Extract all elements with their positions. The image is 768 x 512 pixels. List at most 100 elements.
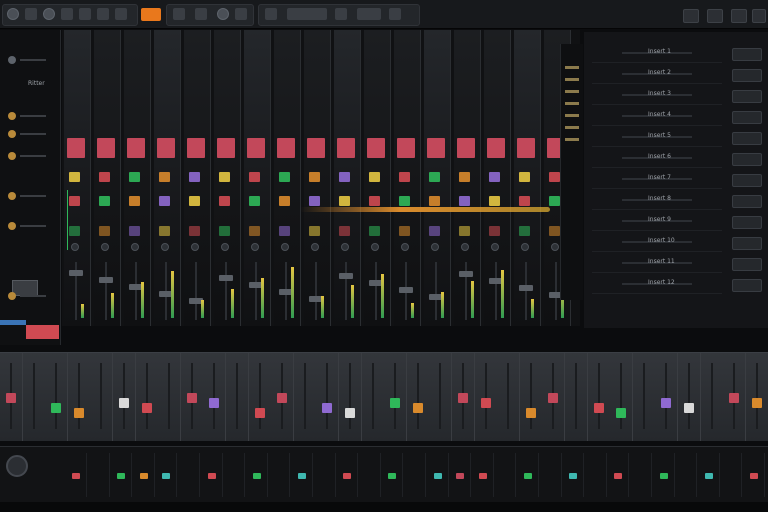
mixer-strip[interactable] bbox=[394, 30, 421, 326]
rack-fader[interactable] bbox=[439, 363, 442, 429]
rack-fader[interactable] bbox=[168, 363, 171, 429]
pan-knob[interactable] bbox=[401, 243, 409, 251]
rack-column[interactable] bbox=[429, 353, 453, 441]
step-cell[interactable] bbox=[177, 453, 200, 497]
rack-fader[interactable] bbox=[507, 363, 510, 429]
rack-column[interactable] bbox=[655, 353, 679, 441]
insert-slot[interactable] bbox=[309, 172, 320, 182]
insert-slot[interactable] bbox=[159, 226, 170, 236]
step-cell[interactable] bbox=[313, 453, 336, 497]
insert-slot[interactable] bbox=[549, 226, 560, 236]
rack-fader[interactable] bbox=[620, 363, 623, 429]
channel-row[interactable]: Insert 6 bbox=[592, 149, 722, 168]
channel-route-button[interactable] bbox=[732, 258, 762, 271]
mixer-strip[interactable] bbox=[424, 30, 451, 326]
channel-name-chip[interactable] bbox=[217, 138, 235, 158]
insert-slot[interactable] bbox=[369, 196, 380, 206]
mixer-strip[interactable] bbox=[244, 30, 271, 326]
insert-slot[interactable] bbox=[459, 196, 470, 206]
pan-knob[interactable] bbox=[521, 243, 529, 251]
rack-fader[interactable] bbox=[642, 363, 645, 429]
insert-slot[interactable] bbox=[189, 226, 200, 236]
channel-route-button[interactable] bbox=[732, 153, 762, 166]
rack-column[interactable] bbox=[316, 353, 340, 441]
step-cell[interactable] bbox=[87, 453, 110, 497]
insert-slot[interactable] bbox=[459, 226, 470, 236]
step-note[interactable] bbox=[433, 473, 442, 479]
channel-name-chip[interactable] bbox=[427, 138, 445, 158]
insert-slot[interactable] bbox=[129, 226, 140, 236]
channel-name-chip[interactable] bbox=[247, 138, 265, 158]
record-arm-button[interactable] bbox=[26, 325, 59, 339]
scroll-indicator[interactable] bbox=[0, 320, 26, 325]
insert-selector[interactable] bbox=[560, 44, 583, 300]
mixer-strip[interactable] bbox=[454, 30, 481, 326]
channel-route-button[interactable] bbox=[732, 216, 762, 229]
rack-column[interactable] bbox=[361, 353, 385, 441]
browser-item[interactable] bbox=[8, 192, 52, 200]
mixer-strip[interactable] bbox=[364, 30, 391, 326]
channel-name-chip[interactable] bbox=[157, 138, 175, 158]
rack-column[interactable] bbox=[67, 353, 91, 441]
rack-fader[interactable] bbox=[258, 363, 261, 429]
rack-column[interactable] bbox=[248, 353, 272, 441]
insert-slot[interactable] bbox=[99, 196, 110, 206]
mixer-strip[interactable] bbox=[514, 30, 541, 326]
channel-name-chip[interactable] bbox=[487, 138, 505, 158]
rack-fader[interactable] bbox=[213, 363, 216, 429]
rack-column[interactable] bbox=[406, 353, 430, 441]
insert-slot[interactable] bbox=[279, 172, 290, 182]
channel-name-chip[interactable] bbox=[397, 138, 415, 158]
volume-fader[interactable] bbox=[459, 271, 473, 277]
step-cell[interactable] bbox=[674, 453, 698, 497]
rack-fader[interactable] bbox=[597, 363, 600, 429]
rack-fader[interactable] bbox=[575, 363, 577, 429]
rack-column[interactable] bbox=[45, 353, 69, 441]
insert-slot[interactable] bbox=[339, 172, 350, 182]
rack-column[interactable] bbox=[226, 353, 249, 441]
insert-slot[interactable] bbox=[399, 172, 410, 182]
pan-knob[interactable] bbox=[131, 243, 139, 251]
rack-fader[interactable] bbox=[349, 363, 351, 429]
tool-icon[interactable] bbox=[357, 8, 381, 20]
rack-column[interactable] bbox=[135, 353, 159, 441]
insert-slot[interactable] bbox=[489, 226, 500, 236]
insert-slot[interactable] bbox=[339, 196, 350, 206]
insert-slot[interactable] bbox=[429, 172, 440, 182]
rack-fader[interactable] bbox=[236, 363, 238, 429]
step-note[interactable] bbox=[456, 473, 465, 479]
channel-row[interactable]: Insert 1 bbox=[592, 44, 722, 63]
step-cell[interactable] bbox=[403, 453, 426, 497]
rack-column[interactable] bbox=[610, 353, 634, 441]
volume-fader[interactable] bbox=[219, 275, 233, 281]
snap-icon[interactable] bbox=[61, 8, 73, 20]
insert-slot[interactable] bbox=[339, 226, 350, 236]
rack-fader[interactable] bbox=[710, 363, 713, 429]
rack-fader[interactable] bbox=[123, 363, 125, 429]
step-cell[interactable] bbox=[493, 453, 517, 497]
step-cell[interactable] bbox=[222, 453, 246, 497]
pan-knob[interactable] bbox=[311, 243, 319, 251]
channel-row[interactable]: Insert 3 bbox=[592, 86, 722, 105]
pattern-indicator[interactable] bbox=[141, 8, 161, 21]
rack-fader[interactable] bbox=[145, 363, 148, 429]
menu-icon[interactable] bbox=[7, 8, 19, 20]
channel-name-chip[interactable] bbox=[277, 138, 295, 158]
rack-column[interactable] bbox=[519, 353, 543, 441]
rack-column[interactable] bbox=[452, 353, 475, 441]
mixer-strip[interactable] bbox=[484, 30, 511, 326]
insert-slot[interactable] bbox=[129, 196, 140, 206]
step-note[interactable] bbox=[704, 473, 713, 479]
mixer-strip[interactable] bbox=[334, 30, 361, 326]
insert-slot[interactable] bbox=[189, 196, 200, 206]
rack-column[interactable] bbox=[113, 353, 136, 441]
channel-route-button[interactable] bbox=[732, 195, 762, 208]
mixer-strip[interactable] bbox=[64, 30, 91, 326]
insert-slot[interactable] bbox=[189, 172, 200, 182]
step-cell[interactable] bbox=[358, 453, 381, 497]
rack-column[interactable] bbox=[158, 353, 182, 441]
pan-knob[interactable] bbox=[431, 243, 439, 251]
rack-column[interactable] bbox=[497, 353, 521, 441]
browser-item[interactable] bbox=[8, 292, 52, 300]
insert-slot[interactable] bbox=[99, 172, 110, 182]
